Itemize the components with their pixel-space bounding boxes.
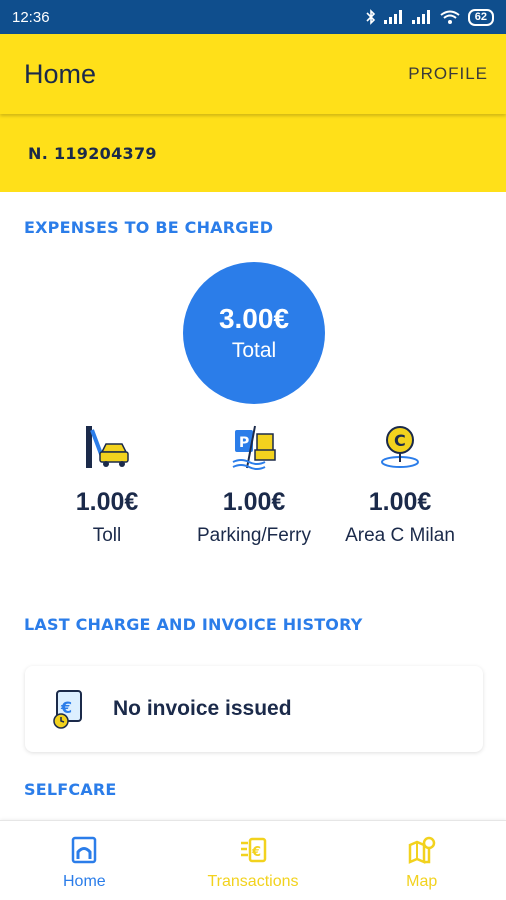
nav-transactions-label: Transactions: [207, 873, 299, 890]
nav-home[interactable]: Home: [0, 821, 169, 900]
nav-map[interactable]: Map: [337, 821, 506, 900]
area-c-amount: 1.00€: [368, 488, 432, 516]
total-amount: 3.00€: [218, 303, 290, 334]
toll-amount: 1.00€: [75, 488, 139, 516]
status-time: 12:36: [12, 8, 50, 26]
svg-text:€: €: [251, 845, 261, 860]
expenses-section-title: EXPENSES TO BE CHARGED: [24, 218, 274, 237]
home-icon: [72, 836, 97, 864]
svg-text:P: P: [239, 435, 249, 451]
toll-gate-icon: [86, 426, 129, 468]
nav-map-label: Map: [406, 873, 438, 890]
status-bar: 12:36 62: [0, 0, 506, 34]
invoice-euro-icon: €: [53, 690, 82, 729]
expense-toll[interactable]: 1.00€ Toll: [37, 422, 177, 547]
page-title: Home: [24, 58, 97, 89]
map-icon: [408, 836, 435, 864]
total-label: Total: [231, 339, 277, 362]
battery-indicator: 62: [467, 8, 494, 26]
expense-parking-ferry[interactable]: P 1.00€ Parking/Ferry: [184, 422, 324, 547]
nav-transactions[interactable]: € Transactions: [169, 821, 338, 900]
nav-home-label: Home: [62, 873, 106, 890]
parking-ferry-amount: 1.00€: [222, 488, 286, 516]
area-c-pin-icon: C: [381, 426, 419, 468]
svg-text:C: C: [394, 431, 406, 450]
history-section-title: LAST CHARGE AND INVOICE HISTORY: [24, 615, 363, 634]
signal-icon-2: [411, 10, 430, 24]
selfcare-section-title: SELFCARE: [24, 780, 117, 799]
expense-area-c[interactable]: C 1.00€ Area C Milan: [330, 422, 470, 547]
wifi-icon: [440, 10, 460, 24]
profile-button[interactable]: PROFILE: [408, 64, 488, 84]
account-bar: N. 119204379: [0, 114, 506, 192]
invoice-history-card[interactable]: € No invoice issued: [25, 666, 483, 752]
bottom-navigation: Home € Transactions Map: [0, 820, 506, 900]
toll-label: Toll: [92, 525, 122, 546]
status-icons: 62: [366, 8, 494, 26]
total-expenses-circle[interactable]: 3.00€ Total: [183, 262, 325, 404]
transactions-icon: €: [241, 837, 267, 863]
parking-ferry-label: Parking/Ferry: [196, 525, 312, 546]
app-bar: Home PROFILE: [0, 34, 506, 114]
signal-icon: [383, 10, 402, 24]
no-invoice-message: No invoice issued: [113, 697, 292, 720]
parking-ferry-icon: P: [232, 425, 276, 470]
account-number: N. 119204379: [28, 143, 157, 163]
bluetooth-icon: [366, 9, 375, 25]
area-c-label: Area C Milan: [345, 525, 455, 546]
